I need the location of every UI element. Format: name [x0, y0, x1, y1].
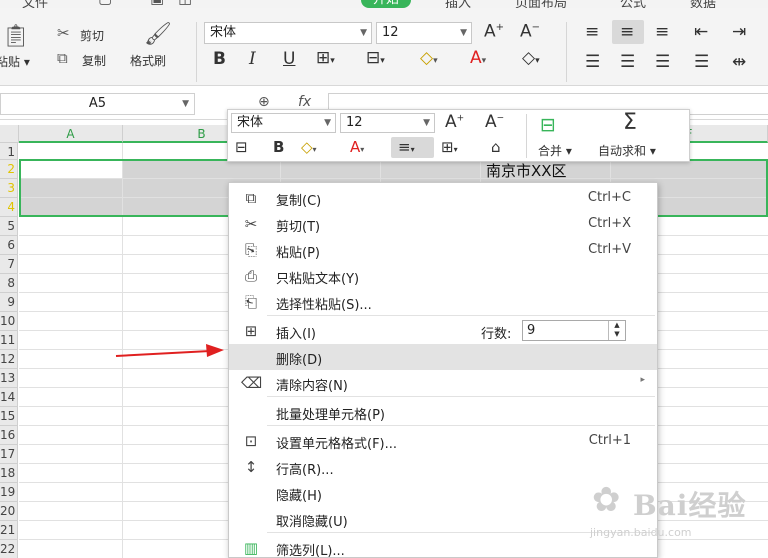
spreadsheet-window: 文件 ▢ ▣ ◫ ↶ ↷ 开始 插入 页面布局 公式 数据 📋︎ 粘贴 ▾ ✂ …	[0, 0, 768, 558]
annotation-arrow	[115, 344, 224, 357]
watermark: ✿ Bai经验 jingyan.baidu.com	[588, 478, 763, 548]
annotation-arrow-head	[206, 344, 224, 357]
watermark-brand: Bai经验	[633, 489, 747, 522]
watermark-url: jingyan.baidu.com	[590, 526, 692, 539]
paw-logo-icon: ✿	[592, 480, 621, 520]
annotation-arrow-line	[115, 350, 211, 357]
